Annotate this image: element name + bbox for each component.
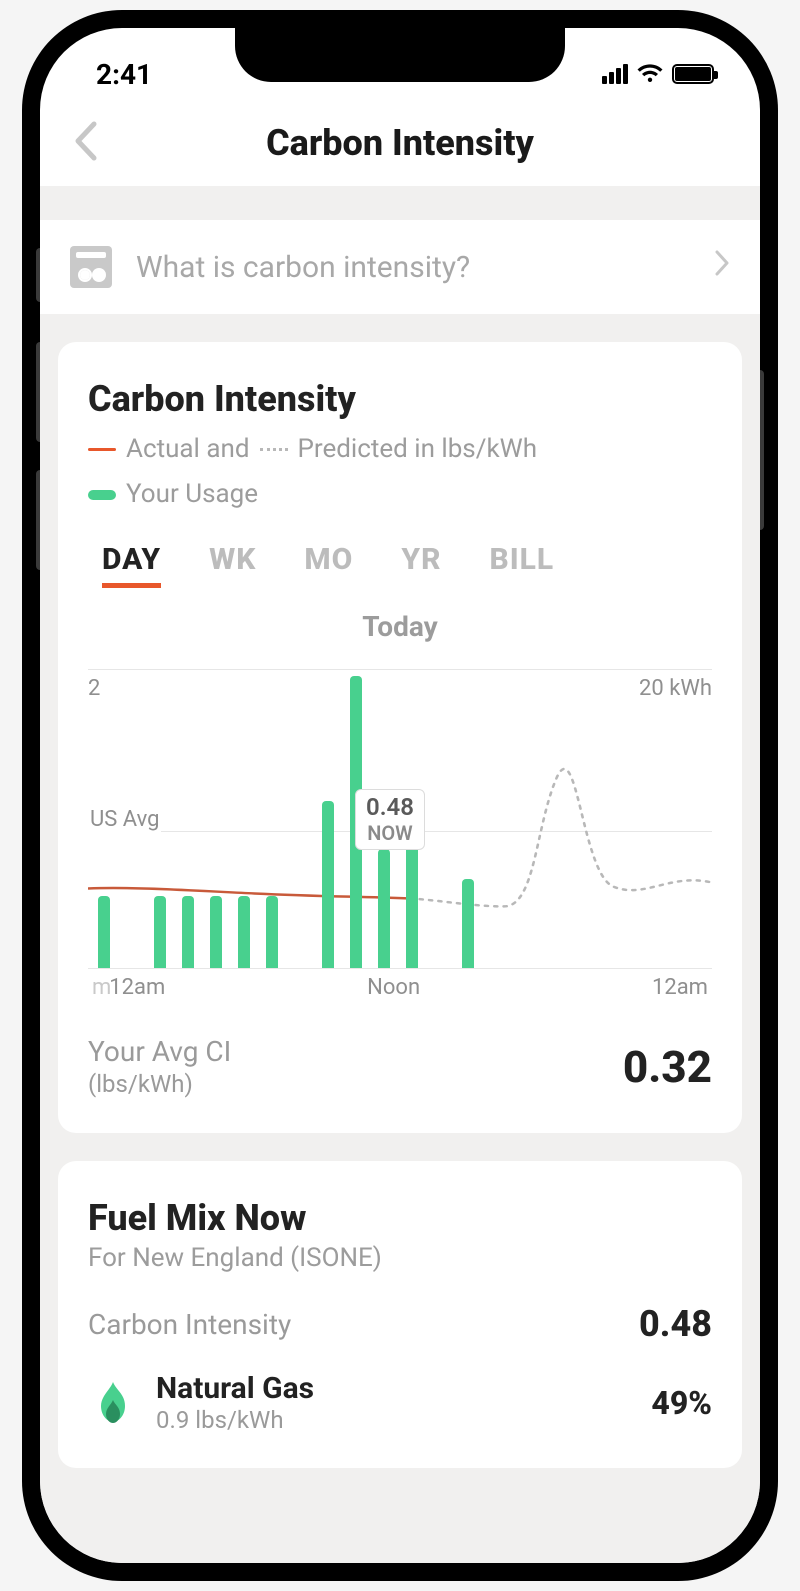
chart-x-ticks: m12am Noon 12am <box>88 975 712 1000</box>
tab-day[interactable]: DAY <box>102 542 161 588</box>
info-link-label: What is carbon intensity? <box>136 250 470 285</box>
wifi-icon <box>636 63 664 85</box>
fuel-item-text: Natural Gas 0.9 lbs/kWh <box>156 1371 314 1434</box>
fuel-item-natural-gas[interactable]: Natural Gas 0.9 lbs/kWh 49% <box>88 1371 712 1434</box>
cellular-icon <box>602 64 628 84</box>
fuel-item-pct: 49% <box>651 1384 712 1422</box>
phone-screen: 2:41 Carbon Intensity What is carbon int… <box>40 28 760 1563</box>
back-button[interactable] <box>72 120 98 166</box>
fuel-ci-row: Carbon Intensity 0.48 <box>88 1303 712 1345</box>
chart-x-mid: Noon <box>367 975 420 1000</box>
fuel-item-name: Natural Gas <box>156 1371 314 1406</box>
tab-wk[interactable]: WK <box>209 542 256 588</box>
info-link-what-is-ci[interactable]: What is carbon intensity? <box>40 220 760 314</box>
avg-ci-row: Your Avg CI (lbs/kWh) 0.32 <box>88 1034 712 1099</box>
ci-card-title: Carbon Intensity <box>88 378 712 420</box>
reading-icon <box>70 246 112 288</box>
ci-legend-usage: Your Usage <box>88 475 712 514</box>
legend-predicted-swatch <box>260 448 288 451</box>
chevron-left-icon <box>72 120 98 162</box>
fuel-ci-value: 0.48 <box>639 1303 712 1345</box>
fuel-item-sub: 0.9 lbs/kWh <box>156 1406 314 1434</box>
page-title: Carbon Intensity <box>266 122 534 164</box>
period-tabs: DAY WK MO YR BILL <box>102 542 712 588</box>
chevron-right-icon <box>714 249 730 285</box>
tab-yr[interactable]: YR <box>401 542 441 588</box>
scroll-body[interactable]: What is carbon intensity? Carbon Intensi… <box>40 186 760 1563</box>
nav-bar: Carbon Intensity <box>40 100 760 186</box>
legend-usage-swatch <box>88 490 116 500</box>
device-notch <box>235 28 565 82</box>
fuel-mix-card: Fuel Mix Now For New England (ISONE) Car… <box>58 1161 742 1468</box>
chart-now-label: NOW <box>366 822 414 845</box>
legend-predicted-label: Predicted in lbs/kWh <box>298 430 538 469</box>
fuel-ci-label: Carbon Intensity <box>88 1308 291 1341</box>
chart-now-value: 0.48 <box>366 794 414 822</box>
avg-ci-value: 0.32 <box>623 1041 712 1093</box>
legend-actual-label: Actual and <box>126 430 250 469</box>
chart-x-right: 12am <box>652 975 708 1000</box>
avg-ci-label-text: Your Avg CI <box>88 1035 231 1068</box>
flame-icon <box>88 1378 138 1428</box>
legend-actual-swatch <box>88 448 116 451</box>
carbon-intensity-card: Carbon Intensity Actual and Predicted in… <box>58 342 742 1133</box>
battery-icon <box>672 64 714 84</box>
avg-ci-label: Your Avg CI (lbs/kWh) <box>88 1034 231 1099</box>
period-label: Today <box>88 610 712 643</box>
tab-bill[interactable]: BILL <box>489 542 554 588</box>
tab-mo[interactable]: MO <box>304 542 353 588</box>
phone-frame: 2:41 Carbon Intensity What is carbon int… <box>22 10 778 1581</box>
chart-x-left: 12am <box>109 975 165 1000</box>
status-icons <box>602 63 714 85</box>
fuel-card-subtitle: For New England (ISONE) <box>88 1243 712 1273</box>
fuel-card-title: Fuel Mix Now <box>88 1197 712 1239</box>
status-time: 2:41 <box>96 58 152 91</box>
legend-usage-label: Your Usage <box>126 475 258 514</box>
avg-ci-unit: (lbs/kWh) <box>88 1069 231 1099</box>
chart-now-marker: 0.48 NOW <box>355 789 425 850</box>
ci-legend: Actual and Predicted in lbs/kWh <box>88 430 712 469</box>
ci-chart[interactable]: 2 20 kWh US Avg <box>88 669 712 969</box>
